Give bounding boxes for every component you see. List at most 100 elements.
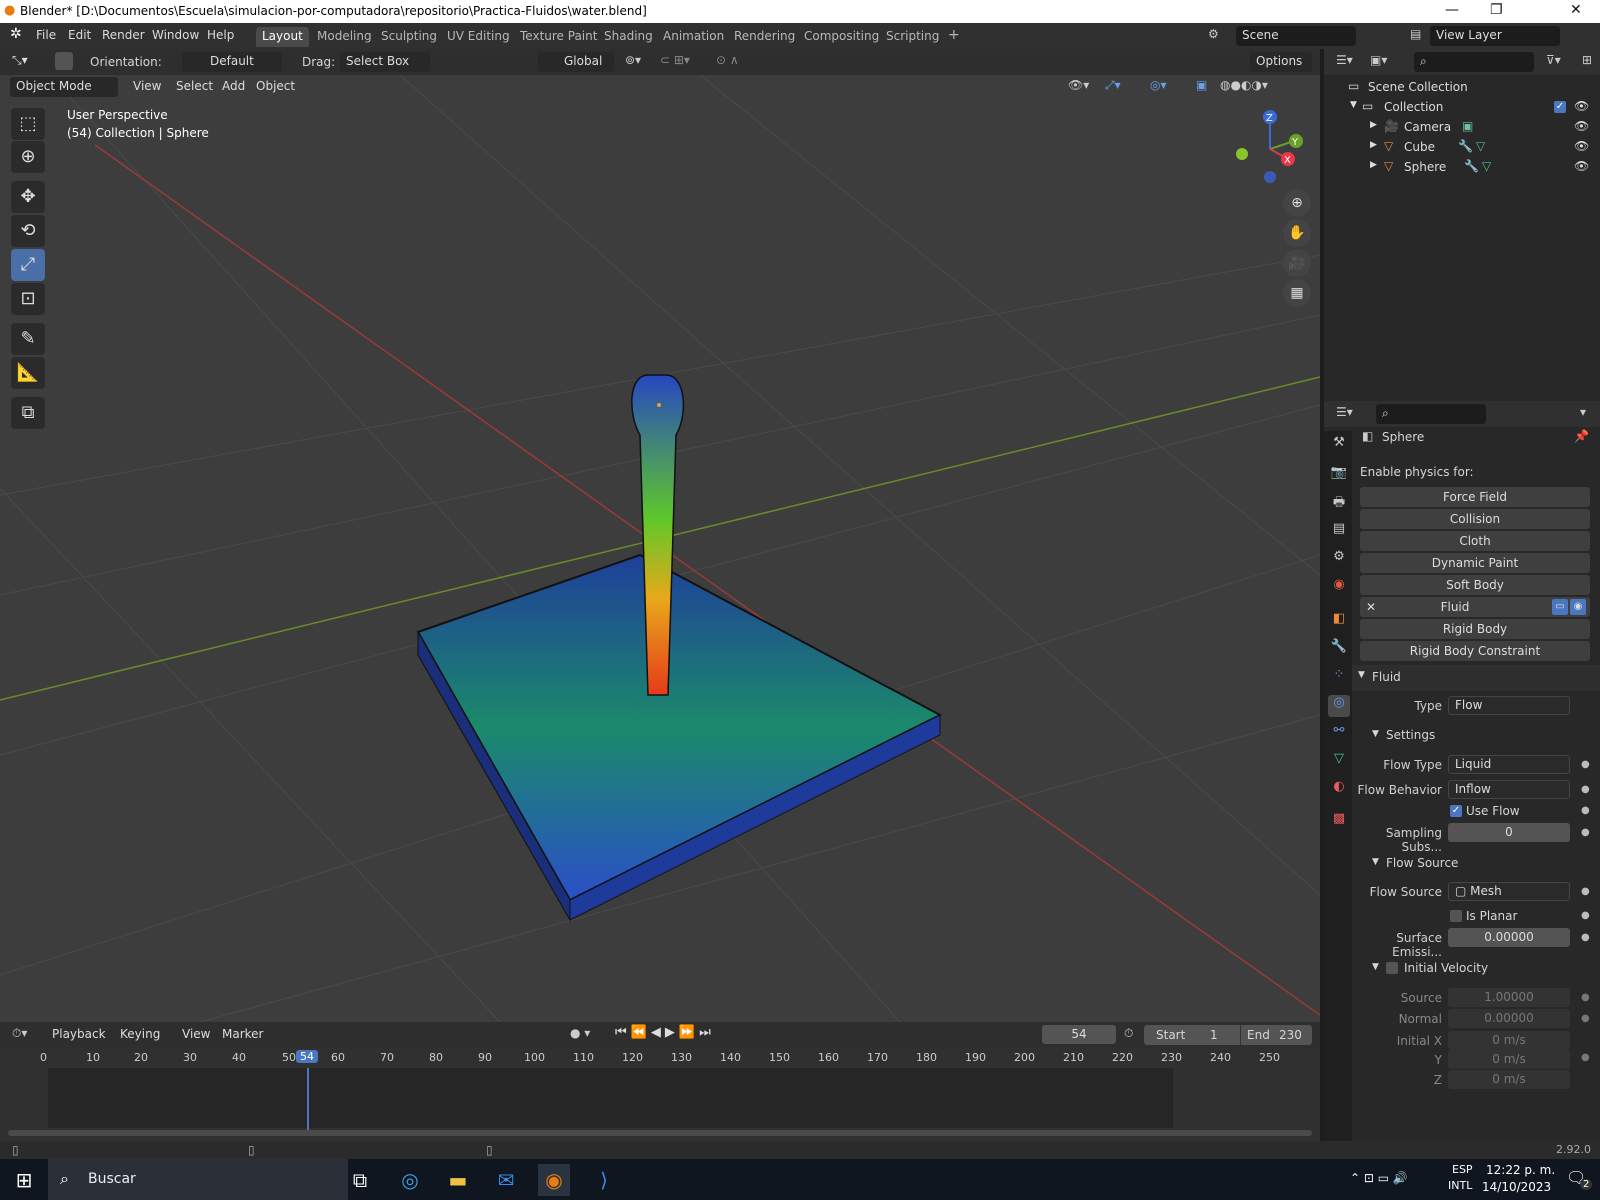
- measure-tool-icon[interactable]: 📐: [11, 357, 45, 389]
- modifier-wrench-icon[interactable]: 🔧: [1458, 139, 1473, 153]
- force-field-button[interactable]: Force Field: [1360, 487, 1590, 507]
- filter-icon[interactable]: ⊽▾: [1546, 53, 1561, 67]
- expand-arrow-icon[interactable]: ▶: [1370, 140, 1377, 150]
- cloth-button[interactable]: Cloth: [1360, 531, 1590, 551]
- use-flow-checkbox[interactable]: ✓: [1450, 805, 1462, 817]
- timeline-keyframe-area[interactable]: [48, 1068, 1173, 1128]
- language-layout[interactable]: INTL: [1448, 1179, 1472, 1192]
- keyframe-dot-icon[interactable]: ●: [1581, 910, 1590, 921]
- keying-menu[interactable]: Keying: [114, 1025, 166, 1045]
- soft-body-button[interactable]: Soft Body: [1360, 575, 1590, 595]
- expand-arrow-icon[interactable]: ▶: [1370, 160, 1377, 170]
- tab-modeling[interactable]: Modeling: [311, 27, 378, 47]
- clock-time[interactable]: 12:22 p. m.: [1486, 1163, 1555, 1177]
- mesh-data-icon[interactable]: ▽: [1482, 159, 1491, 173]
- data-tab-icon[interactable]: ▽: [1328, 751, 1350, 773]
- windows-start-icon[interactable]: ⊞: [8, 1164, 40, 1196]
- output-tab-icon[interactable]: 🖶: [1328, 493, 1350, 515]
- options-dropdown[interactable]: Options: [1250, 52, 1312, 72]
- start-frame-field[interactable]: Start 1: [1144, 1025, 1240, 1045]
- editor-type-icon[interactable]: ⤡▾: [12, 53, 28, 68]
- outliner-scene-collection[interactable]: ▭ Scene Collection: [1324, 77, 1600, 97]
- initial-velocity-checkbox[interactable]: [1386, 962, 1398, 974]
- active-tool-icon[interactable]: [55, 52, 73, 70]
- cube-eye-icon[interactable]: 👁: [1574, 139, 1589, 153]
- add-cube-tool-icon[interactable]: ⧉: [11, 397, 45, 429]
- zoom-icon[interactable]: ⊕: [1283, 189, 1311, 217]
- move-tool-icon[interactable]: ✥: [11, 181, 45, 213]
- scene-selector[interactable]: Scene: [1236, 26, 1356, 46]
- close-button[interactable]: ✕: [1570, 2, 1582, 18]
- outliner-camera[interactable]: ▶ 🎥 Camera ▣ 👁: [1324, 117, 1600, 137]
- clock-date[interactable]: 14/10/2023: [1482, 1180, 1551, 1194]
- pan-hand-icon[interactable]: ✋: [1283, 219, 1311, 247]
- outliner-search-input[interactable]: ⌕: [1414, 52, 1534, 72]
- blender-taskbar-icon[interactable]: ◉: [538, 1164, 570, 1196]
- is-planar-checkbox[interactable]: [1450, 910, 1462, 922]
- flow-source-dropdown[interactable]: ▢ Mesh: [1448, 882, 1570, 901]
- keyframe-dot-icon[interactable]: ●: [1581, 1013, 1590, 1024]
- 3d-viewport[interactable]: ⬚ ⊕ ✥ ⟲ ⤢ ⊡ ✎ 📐 ⧉ User Perspective (54) …: [0, 75, 1320, 1022]
- frame-ruler[interactable]: 0 10 20 30 40 50 54 60 70 80 90 100 110 …: [0, 1048, 1320, 1068]
- playback-menu[interactable]: Playback: [46, 1025, 112, 1045]
- dynamic-paint-button[interactable]: Dynamic Paint: [1360, 553, 1590, 573]
- texture-tab-icon[interactable]: ▩: [1328, 811, 1350, 833]
- outliner-sphere[interactable]: ▶ ▽ Sphere 🔧 ▽ 👁: [1324, 157, 1600, 177]
- modifiers-tab-icon[interactable]: 🔧: [1328, 639, 1350, 661]
- viewport-menu-view[interactable]: View: [127, 77, 167, 97]
- settings-collapse-icon[interactable]: ▼: [1372, 729, 1379, 739]
- viewport-menu-add[interactable]: Add: [216, 77, 251, 97]
- timeline-view-menu[interactable]: View: [176, 1025, 216, 1045]
- initial-velocity-collapse-icon[interactable]: ▼: [1372, 962, 1379, 972]
- surface-emission-field[interactable]: 0.00000: [1448, 928, 1570, 947]
- type-dropdown[interactable]: Flow: [1448, 696, 1570, 715]
- normal-field[interactable]: 0.00000: [1448, 1009, 1570, 1028]
- navigation-gizmo[interactable]: Z Y X: [1232, 107, 1304, 185]
- menu-file[interactable]: File: [36, 28, 56, 42]
- tab-rendering[interactable]: Rendering: [728, 27, 801, 47]
- language-code[interactable]: ESP: [1452, 1163, 1473, 1176]
- tab-uv-editing[interactable]: UV Editing: [441, 27, 516, 47]
- current-frame-indicator[interactable]: 54: [296, 1050, 318, 1063]
- mail-icon[interactable]: ✉: [490, 1164, 522, 1196]
- auto-keying-icon[interactable]: ● ▾: [570, 1026, 590, 1040]
- playback-controls-icon[interactable]: ⏮⏪◀▶⏩⏭: [615, 1025, 715, 1040]
- menu-help[interactable]: Help: [207, 28, 234, 42]
- particles-tab-icon[interactable]: ⁘: [1328, 667, 1350, 689]
- tab-compositing[interactable]: Compositing: [798, 27, 885, 47]
- task-view-icon[interactable]: ⧉: [344, 1164, 376, 1196]
- shading-modes-icon[interactable]: ◍●◐◑▾: [1220, 78, 1268, 92]
- select-box-tool-icon[interactable]: ⬚: [11, 108, 45, 140]
- render-display-icon[interactable]: ◉: [1570, 599, 1586, 615]
- gizmo-toggle-icon[interactable]: ⤢▾: [1105, 78, 1121, 93]
- orientation-dropdown[interactable]: Default: [182, 52, 282, 72]
- transform-tool-icon[interactable]: ⊡: [11, 283, 45, 315]
- rigid-body-constraint-button[interactable]: Rigid Body Constraint: [1360, 641, 1590, 661]
- viewport-menu-select[interactable]: Select: [170, 77, 219, 97]
- flow-source-collapse-icon[interactable]: ▼: [1372, 857, 1379, 867]
- view-layer-selector[interactable]: View Layer: [1430, 26, 1560, 46]
- scene-tab-icon[interactable]: ⚙: [1328, 549, 1350, 571]
- physics-tab-icon[interactable]: ◎: [1328, 695, 1350, 717]
- tab-texture-paint[interactable]: Texture Paint: [514, 27, 603, 47]
- material-tab-icon[interactable]: ◐: [1328, 779, 1350, 801]
- world-tab-icon[interactable]: ◉: [1328, 577, 1350, 599]
- initial-z-field[interactable]: 0 m/s: [1448, 1070, 1570, 1089]
- xray-icon[interactable]: ▣: [1196, 78, 1207, 92]
- pivot-icon[interactable]: ⊚▾: [625, 53, 641, 67]
- annotate-tool-icon[interactable]: ✎: [11, 323, 45, 355]
- keyframe-dot-icon[interactable]: ●: [1581, 1052, 1590, 1063]
- transform-orientation-dropdown[interactable]: Global: [538, 52, 614, 72]
- snap-icon[interactable]: ⊂ ⊞▾: [660, 53, 690, 67]
- timeline-scrollbar[interactable]: [8, 1130, 1312, 1136]
- edge-browser-icon[interactable]: ◎: [394, 1164, 426, 1196]
- pin-icon[interactable]: 📌: [1574, 429, 1589, 443]
- initial-y-field[interactable]: 0 m/s: [1448, 1050, 1570, 1069]
- current-frame-field[interactable]: 54: [1042, 1025, 1116, 1044]
- render-tab-icon[interactable]: 📷: [1328, 465, 1350, 487]
- scale-tool-icon[interactable]: ⤢: [11, 249, 45, 281]
- overlay-toggle-icon[interactable]: ◎▾: [1150, 78, 1167, 92]
- camera-data-icon[interactable]: ▣: [1462, 119, 1473, 133]
- remove-fluid-icon[interactable]: ✕: [1366, 597, 1376, 617]
- visibility-icon[interactable]: 👁▾: [1068, 78, 1089, 92]
